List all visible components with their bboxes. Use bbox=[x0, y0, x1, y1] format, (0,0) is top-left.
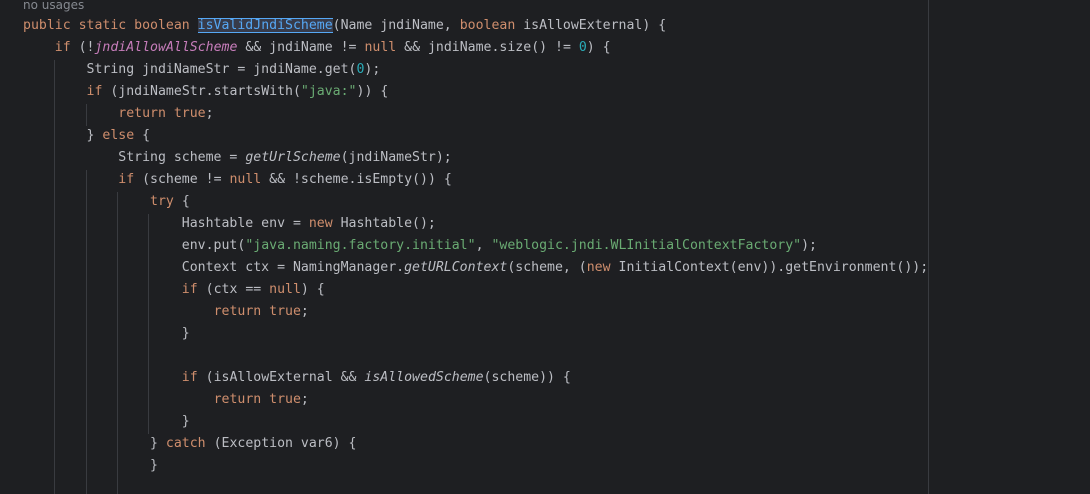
code-token: } bbox=[23, 128, 103, 143]
code-token: isAllowExternal) { bbox=[523, 18, 667, 33]
code-line[interactable]: if (jndiNameStr.startsWith("java:")) { bbox=[23, 81, 928, 103]
code-token: ) { bbox=[300, 282, 325, 297]
code-token: catch bbox=[165, 436, 214, 451]
code-token: (Exception var6) { bbox=[213, 436, 357, 451]
code-token: InitialContext(env)).getEnvironment()); bbox=[618, 260, 929, 275]
code-token: new bbox=[308, 216, 341, 231]
code-token: ; bbox=[300, 392, 309, 407]
code-line[interactable]: return true; bbox=[23, 389, 928, 411]
code-token: ; bbox=[205, 106, 214, 121]
code-line[interactable]: return true; bbox=[23, 103, 928, 125]
code-token: boolean bbox=[459, 18, 524, 33]
code-token: 0 bbox=[578, 40, 587, 55]
code-token: (ctx == bbox=[205, 282, 270, 297]
code-line[interactable]: } catch (Exception var6) { bbox=[23, 433, 928, 455]
code-line[interactable] bbox=[23, 345, 928, 367]
code-line[interactable]: env.put("java.naming.factory.initial", "… bbox=[23, 235, 928, 257]
code-token: ); bbox=[364, 62, 381, 77]
code-line[interactable]: if (!jndiAllowAllScheme && jndiName != n… bbox=[23, 37, 928, 59]
code-token: return true bbox=[118, 106, 206, 121]
code-token: try bbox=[150, 194, 182, 209]
code-token: (! bbox=[78, 40, 95, 55]
code-line[interactable]: } bbox=[23, 411, 928, 433]
code-token: (scheme)) { bbox=[483, 370, 571, 385]
code-line[interactable]: Context ctx = NamingManager.getURLContex… bbox=[23, 257, 928, 279]
code-token: Hashtable env = bbox=[23, 216, 309, 231]
code-token: if bbox=[54, 40, 79, 55]
code-token: null bbox=[269, 282, 301, 297]
code-token: return true bbox=[213, 392, 301, 407]
code-area[interactable]: public static boolean isValidJndiScheme(… bbox=[23, 15, 928, 477]
code-token: { bbox=[181, 194, 190, 209]
code-token: { bbox=[142, 128, 151, 143]
code-line[interactable]: String jndiNameStr = jndiName.get(0); bbox=[23, 59, 928, 81]
code-token: && !scheme.isEmpty()) { bbox=[261, 172, 452, 187]
code-token: } bbox=[23, 458, 158, 473]
code-token: )) { bbox=[356, 84, 389, 99]
code-token: } bbox=[23, 436, 166, 451]
code-line[interactable]: if (scheme != null && !scheme.isEmpty())… bbox=[23, 169, 928, 191]
code-line[interactable]: return true; bbox=[23, 301, 928, 323]
method-name: isValidJndiScheme bbox=[197, 18, 333, 33]
code-token: getUrlScheme bbox=[245, 150, 341, 165]
code-token: && jndiName.size() != bbox=[396, 40, 579, 55]
code-token: new bbox=[586, 260, 619, 275]
usages-hint[interactable]: no usages bbox=[23, 0, 84, 13]
code-token: && jndiName != bbox=[237, 40, 365, 55]
code-token: ); bbox=[801, 238, 817, 253]
code-line[interactable]: if (ctx == null) { bbox=[23, 279, 928, 301]
code-line[interactable]: try { bbox=[23, 191, 928, 213]
code-line[interactable]: if (isAllowExternal && isAllowedScheme(s… bbox=[23, 367, 928, 389]
code-token: if bbox=[181, 282, 206, 297]
code-line[interactable]: public static boolean isValidJndiScheme(… bbox=[23, 15, 928, 37]
code-token: } bbox=[23, 414, 190, 429]
code-token: "java.naming.factory.initial" bbox=[245, 238, 476, 253]
code-token: if bbox=[181, 370, 206, 385]
code-token: if bbox=[86, 84, 111, 99]
code-token: (isAllowExternal && bbox=[205, 370, 365, 385]
code-token: ) { bbox=[586, 40, 611, 55]
code-token: env.put( bbox=[23, 238, 246, 253]
code-token: jndiAllowAllScheme bbox=[94, 40, 238, 55]
code-token: (scheme, ( bbox=[507, 260, 587, 275]
code-token: isAllowedScheme bbox=[364, 370, 484, 385]
code-token: "weblogic.jndi.WLInitialContextFactory" bbox=[491, 238, 802, 253]
code-line[interactable]: } bbox=[23, 323, 928, 345]
code-token: return true bbox=[213, 304, 301, 319]
code-token: (jndiNameStr.startsWith( bbox=[110, 84, 301, 99]
code-token: if bbox=[118, 172, 143, 187]
code-token: Hashtable(); bbox=[340, 216, 436, 231]
code-token: null bbox=[229, 172, 262, 187]
code-token: } bbox=[23, 326, 190, 341]
code-token: else bbox=[102, 128, 143, 143]
code-token: , bbox=[475, 238, 492, 253]
code-token: ; bbox=[300, 304, 309, 319]
code-token: (scheme != bbox=[142, 172, 230, 187]
code-line[interactable]: Hashtable env = new Hashtable(); bbox=[23, 213, 928, 235]
code-token: Context ctx = NamingManager. bbox=[23, 260, 405, 275]
code-line[interactable]: } bbox=[23, 455, 928, 477]
code-token: (jndiNameStr); bbox=[340, 150, 452, 165]
code-line[interactable]: } else { bbox=[23, 125, 928, 147]
code-token: "java:" bbox=[300, 84, 357, 99]
code-token: getURLContext bbox=[404, 260, 508, 275]
code-line[interactable]: String scheme = getUrlScheme(jndiNameStr… bbox=[23, 147, 928, 169]
code-editor[interactable]: no usages public static boolean isValidJ… bbox=[0, 0, 1090, 494]
code-token: String jndiNameStr = jndiName.get( bbox=[23, 62, 357, 77]
code-token: null bbox=[364, 40, 397, 55]
code-token: (Name jndiName, bbox=[332, 18, 460, 33]
code-token: public static boolean bbox=[23, 18, 198, 33]
code-token: String scheme = bbox=[23, 150, 246, 165]
